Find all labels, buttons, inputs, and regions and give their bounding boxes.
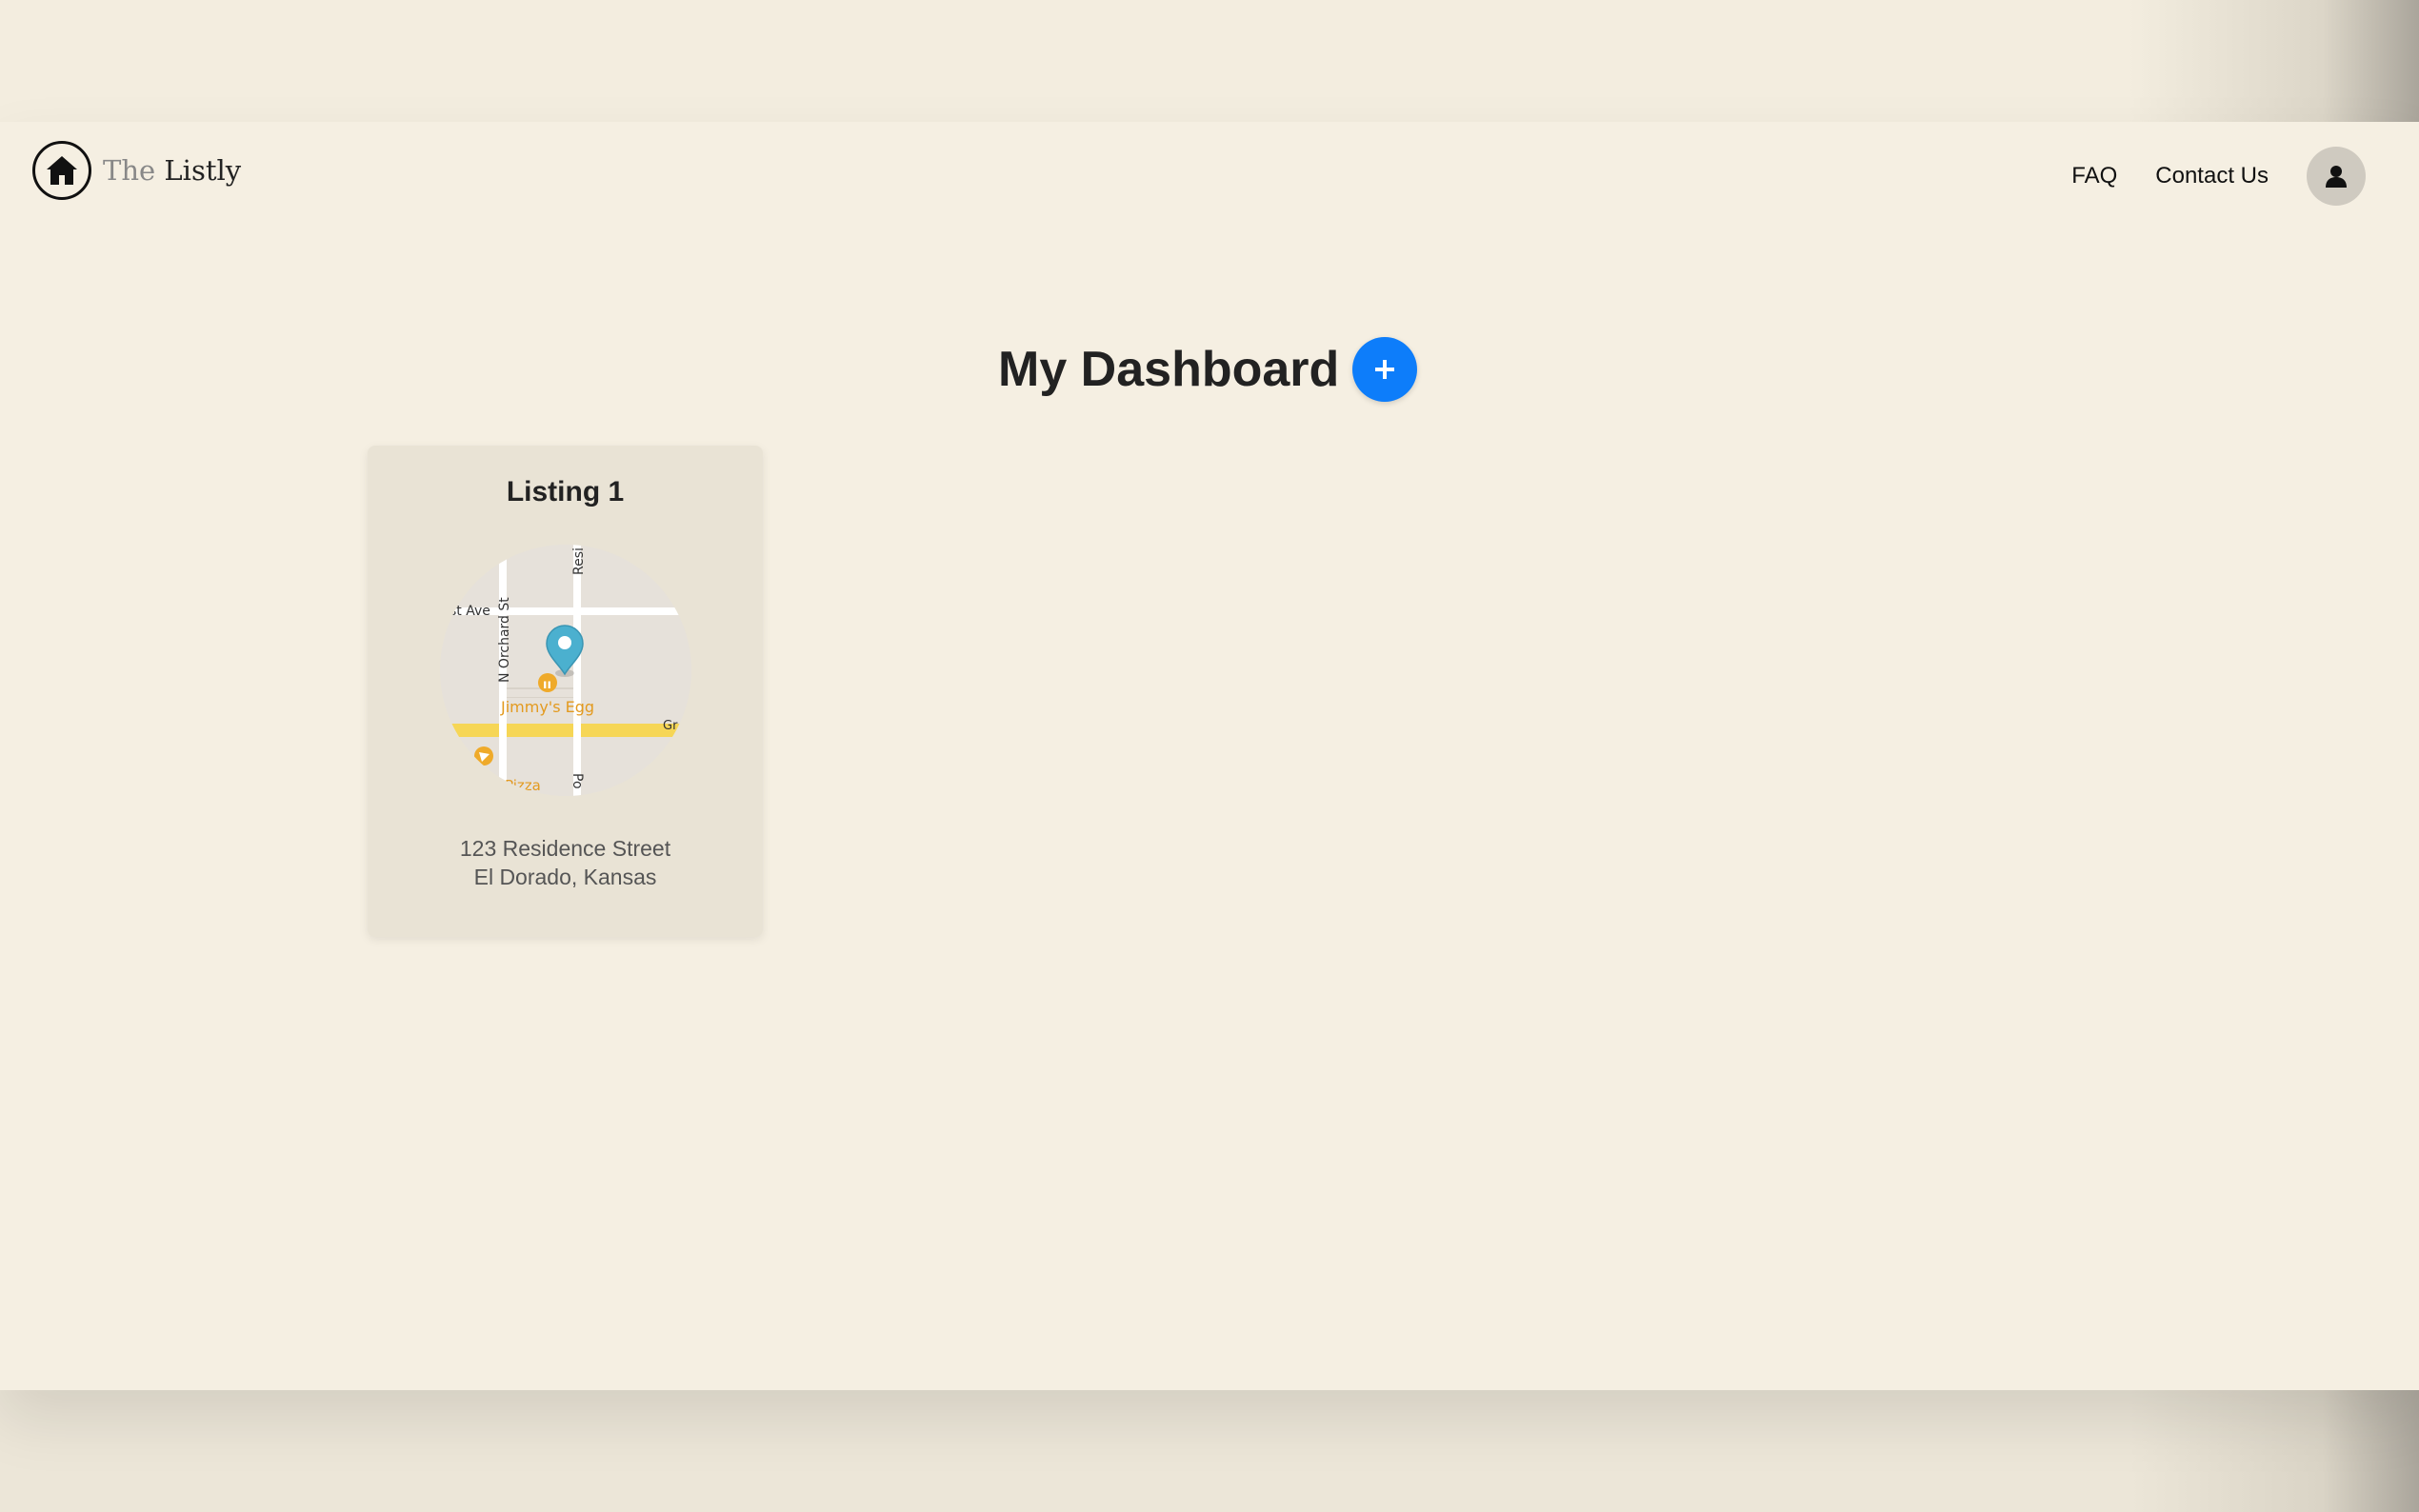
plus-icon (1375, 360, 1394, 379)
map-label-resi: Resi (571, 547, 587, 575)
browser-bottom-area (0, 1390, 2419, 1512)
user-icon (2326, 166, 2347, 188)
nav-faq-link[interactable]: FAQ (2071, 163, 2117, 189)
map-image: st Ave N Orchard St Resi Po Gr ıı Jimmy'… (440, 545, 691, 796)
nav-contact-link[interactable]: Contact Us (2155, 163, 2269, 189)
user-avatar-button[interactable] (2307, 147, 2366, 206)
logo-link[interactable]: The Listly (32, 141, 241, 200)
page-title: My Dashboard (998, 342, 1340, 397)
map-label-po: Po (570, 773, 585, 789)
map-label-orchard: N Orchard St (497, 597, 512, 683)
listing-address: 123 Residence Street El Dorado, Kansas (368, 834, 763, 891)
listing-card[interactable]: Listing 1 st Ave N Orchard St Resi Po Gr… (368, 446, 763, 937)
logo-name: Listly (164, 154, 242, 187)
logo-prefix: The (103, 154, 156, 187)
listing-title: Listing 1 (506, 476, 625, 507)
home-icon (32, 141, 91, 200)
map-label-gr: Gr (663, 719, 678, 733)
header: The Listly FAQ Contact Us (0, 122, 2419, 227)
page: The Listly FAQ Contact Us My Dashboard L… (0, 122, 2419, 1390)
map-label-st-ave: st Ave (450, 604, 490, 619)
top-nav: FAQ Contact Us (2071, 147, 2366, 206)
browser-top-area (0, 0, 2419, 122)
map-poi-restaurant: Jimmy's Egg (500, 698, 594, 716)
add-listing-button[interactable] (1352, 337, 1417, 402)
listing-map: st Ave N Orchard St Resi Po Gr ıı Jimmy'… (440, 545, 691, 796)
svg-text:ıı: ıı (543, 678, 551, 692)
address-line-1: 123 Residence Street (459, 836, 671, 861)
map-poi-pizza: Pizza (505, 777, 541, 794)
logo-text: The Listly (103, 154, 241, 187)
address-line-2: El Dorado, Kansas (473, 865, 657, 889)
